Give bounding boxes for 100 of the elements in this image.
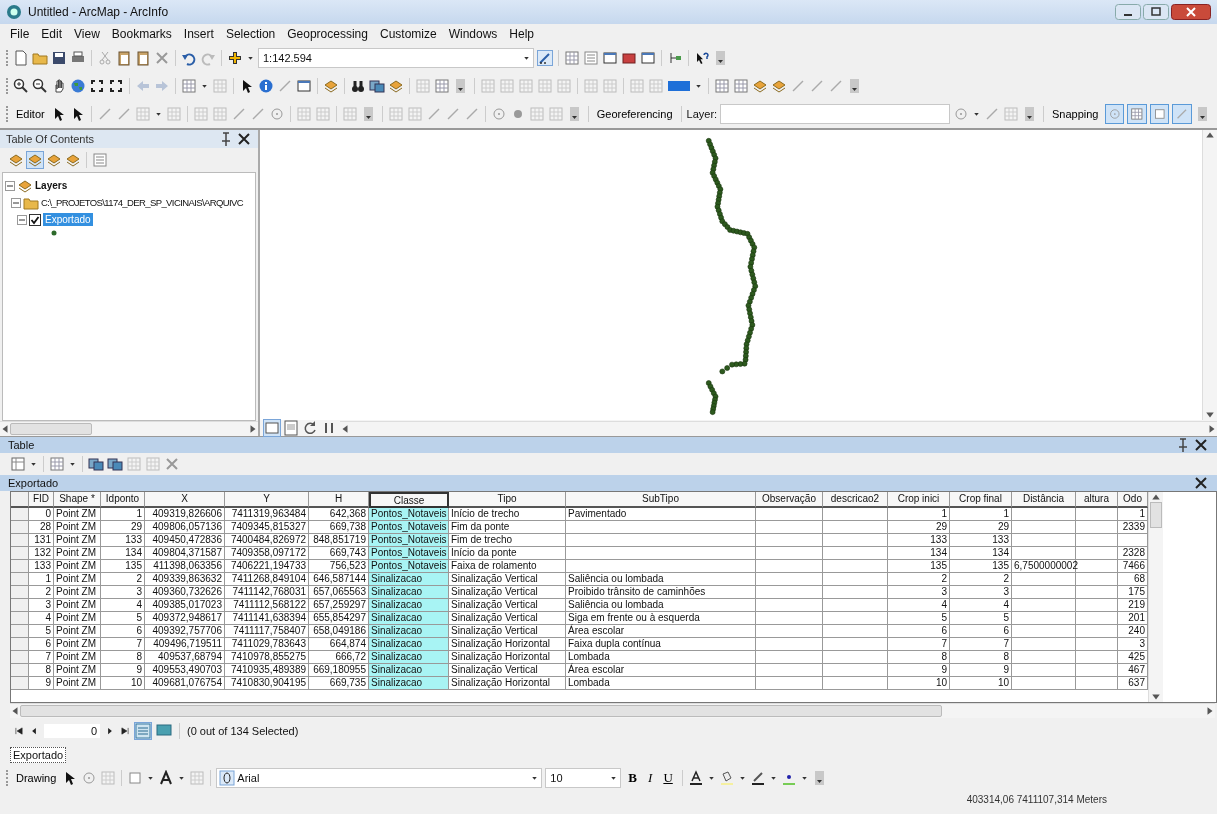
select-icon[interactable]	[88, 456, 104, 472]
layers-icon[interactable]	[388, 78, 404, 94]
window-icon[interactable]	[640, 50, 656, 66]
table-view-icon[interactable]	[135, 723, 151, 739]
table-tab[interactable]: Exportado	[10, 747, 67, 763]
editor-menu-button[interactable]: Editor	[12, 104, 48, 124]
list-icon[interactable]	[92, 152, 108, 168]
menu-item[interactable]: Edit	[41, 27, 63, 41]
snapping-menu-button[interactable]: Snapping	[1049, 104, 1102, 124]
scrollbar-thumb[interactable]	[20, 705, 942, 717]
arrows-icon[interactable]	[108, 78, 124, 94]
menu-item[interactable]: Selection	[225, 27, 276, 41]
menu-item[interactable]: Insert	[183, 27, 214, 41]
line-icon[interactable]	[809, 78, 825, 94]
scroll-right-icon[interactable]	[1205, 706, 1215, 716]
layers-icon[interactable]	[65, 152, 81, 168]
georeferencing-menu-button[interactable]: Georeferencing	[593, 104, 676, 124]
layer-dropdown[interactable]	[720, 104, 950, 124]
tree-icon[interactable]	[667, 50, 683, 66]
back-arrow-icon[interactable]	[135, 78, 151, 94]
column-header[interactable]: Y	[225, 492, 309, 508]
column-header[interactable]: Distância	[1012, 492, 1076, 508]
close-button[interactable]	[1171, 4, 1211, 20]
letter-a-icon[interactable]	[158, 770, 175, 786]
plus-icon[interactable]	[227, 50, 243, 66]
line-color-icon[interactable]	[749, 770, 766, 786]
scrollbar-thumb[interactable]	[10, 423, 92, 435]
refresh-icon[interactable]	[302, 420, 318, 436]
snap-grid-icon[interactable]	[1127, 104, 1147, 124]
help-pointer-icon[interactable]	[694, 50, 710, 66]
zoom-out-icon[interactable]	[32, 78, 48, 94]
close-icon[interactable]	[1193, 437, 1209, 453]
grid-icon[interactable]	[714, 78, 730, 94]
page-icon[interactable]	[13, 50, 29, 66]
menu-item[interactable]: File	[10, 27, 30, 41]
column-header[interactable]: Tipo	[449, 492, 566, 508]
menu-item[interactable]: Help	[509, 27, 535, 41]
list-icon[interactable]	[583, 50, 599, 66]
info-icon[interactable]	[258, 78, 274, 94]
column-header[interactable]: Odo	[1118, 492, 1148, 508]
scroll-left-icon[interactable]	[10, 706, 20, 716]
row-selector[interactable]	[11, 638, 29, 651]
window-icon[interactable]	[602, 50, 618, 66]
underline-button[interactable]: U	[659, 770, 677, 786]
row-selector[interactable]	[11, 586, 29, 599]
scroll-right-icon[interactable]	[248, 424, 258, 434]
row-selector[interactable]	[11, 612, 29, 625]
font-dropdown[interactable]: Arial	[216, 768, 543, 788]
clipboard-icon[interactable]	[135, 50, 151, 66]
horizontal-scrollbar[interactable]	[340, 420, 1217, 436]
column-header[interactable]: Shape *	[54, 492, 101, 508]
font-color-icon[interactable]	[687, 770, 704, 786]
vertical-scrollbar[interactable]	[1148, 492, 1163, 702]
vertical-scrollbar[interactable]	[1202, 130, 1217, 420]
bold-button[interactable]: B	[624, 770, 642, 786]
column-header[interactable]: altura	[1076, 492, 1118, 508]
scrollbar-thumb[interactable]	[1150, 502, 1162, 528]
expander-icon[interactable]	[5, 180, 15, 191]
column-header[interactable]: SubTipo	[566, 492, 756, 508]
drawing-menu-button[interactable]: Drawing	[13, 768, 60, 788]
menu-item[interactable]: Geoprocessing	[287, 27, 368, 41]
column-header[interactable]: Crop final	[950, 492, 1012, 508]
horizontal-scrollbar[interactable]	[10, 703, 1215, 718]
delete-icon[interactable]	[154, 50, 170, 66]
arrows-icon[interactable]	[89, 78, 105, 94]
row-selector[interactable]	[11, 560, 29, 573]
select-icon[interactable]	[107, 456, 123, 472]
grid-icon[interactable]	[564, 50, 580, 66]
checkbox[interactable]	[29, 213, 41, 226]
column-header[interactable]: X	[145, 492, 225, 508]
delete-icon[interactable]	[164, 456, 180, 472]
globe-icon[interactable]	[70, 78, 86, 94]
scroll-left-icon[interactable]	[0, 424, 10, 434]
toolbox-icon[interactable]	[621, 50, 637, 66]
color-swatch-icon[interactable]	[667, 78, 691, 94]
first-record-icon[interactable]	[14, 726, 24, 736]
layers-icon[interactable]	[46, 152, 62, 168]
menu-item[interactable]: Customize	[379, 27, 437, 41]
horizontal-scrollbar[interactable]	[0, 421, 258, 436]
column-header[interactable]: Observação	[756, 492, 823, 508]
layers-icon[interactable]	[27, 152, 43, 168]
forward-arrow-icon[interactable]	[154, 78, 170, 94]
row-selector[interactable]	[11, 573, 29, 586]
layers-icon[interactable]	[323, 78, 339, 94]
circle-icon[interactable]	[268, 106, 285, 122]
font-size-dropdown[interactable]: 10	[545, 768, 622, 788]
scroll-up-icon[interactable]	[1205, 130, 1215, 140]
expander-icon[interactable]	[11, 197, 21, 208]
close-icon[interactable]	[236, 131, 252, 147]
row-selector[interactable]	[11, 599, 29, 612]
italic-button[interactable]: I	[644, 770, 657, 786]
layers-icon[interactable]	[752, 78, 768, 94]
last-record-icon[interactable]	[120, 726, 130, 736]
data-view-icon[interactable]	[264, 420, 280, 436]
circle-icon[interactable]	[490, 106, 507, 122]
scissors-icon[interactable]	[97, 50, 113, 66]
column-header[interactable]: FID	[29, 492, 54, 508]
line-icon[interactable]	[277, 78, 293, 94]
layers-icon[interactable]	[8, 152, 24, 168]
column-header[interactable]: Idponto	[101, 492, 145, 508]
